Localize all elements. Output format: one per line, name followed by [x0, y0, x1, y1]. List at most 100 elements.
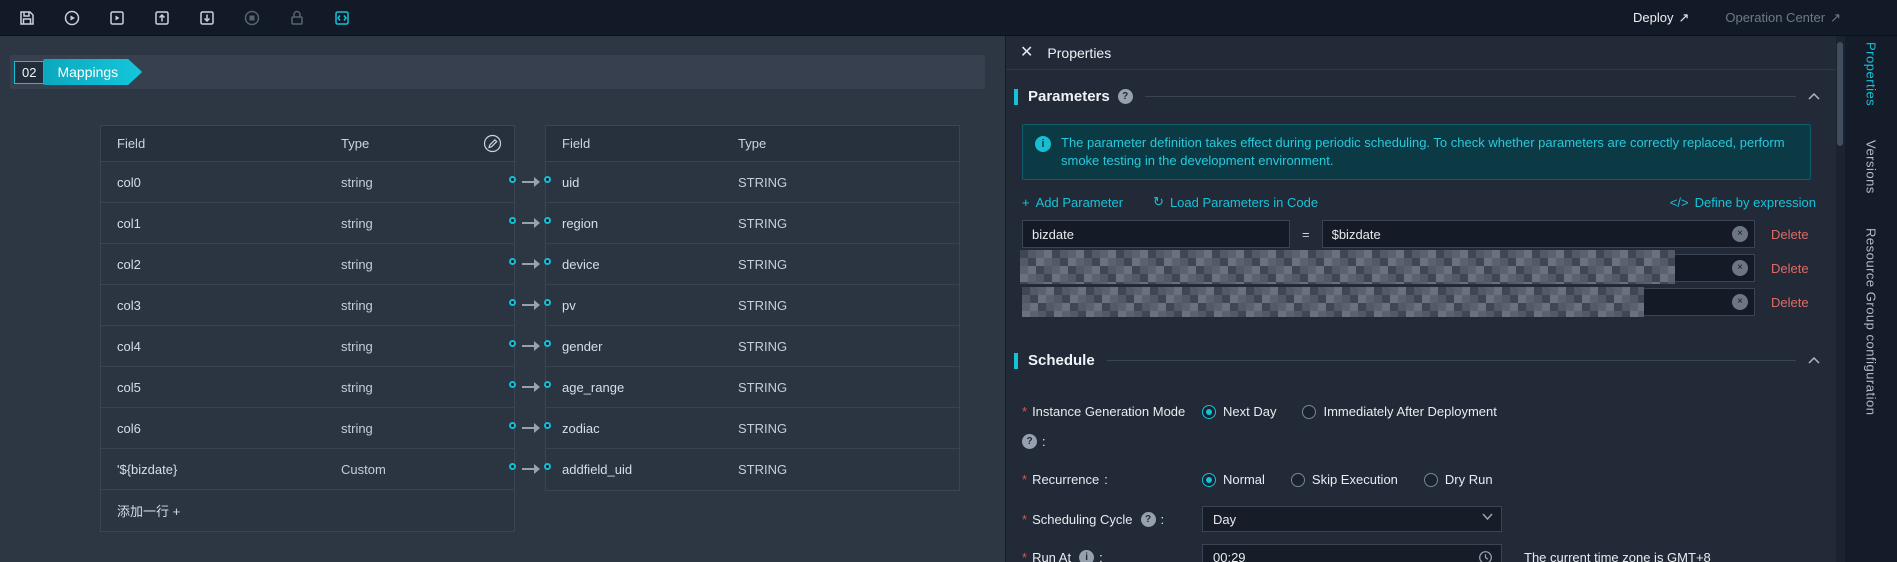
table-row[interactable]: col1 string — [101, 203, 514, 244]
deploy-button[interactable]: Deploy ↗ — [1633, 10, 1689, 26]
save-icon[interactable] — [18, 9, 36, 27]
parameter-rows: = × Delete = × Delete = — [1020, 220, 1813, 322]
operation-center-button[interactable]: Operation Center ↗ — [1725, 10, 1841, 26]
delete-link[interactable]: Delete — [1771, 227, 1813, 242]
table-row[interactable]: addfield_uid STRING — [546, 449, 959, 490]
required-mark: * — [1022, 404, 1028, 419]
radio-immediately-after-deployment[interactable]: Immediately After Deployment — [1302, 404, 1497, 419]
mapping-connector[interactable] — [505, 284, 555, 325]
radio-skip-execution[interactable]: Skip Execution — [1290, 472, 1398, 487]
parameter-name-input[interactable] — [1022, 220, 1290, 248]
field-cell: age_range — [562, 379, 625, 395]
table-row[interactable]: gender STRING — [546, 326, 959, 367]
instance-generation-mode-row: * Instance Generation Mode Next Day Imme… — [1022, 404, 1816, 419]
mapping-connector[interactable] — [505, 407, 555, 448]
tab-resource-group-configuration[interactable]: Resource Group configuration — [1864, 228, 1879, 415]
radio-dry-run[interactable]: Dry Run — [1423, 472, 1493, 487]
field-cell: addfield_uid — [562, 462, 633, 477]
delete-link[interactable]: Delete — [1771, 295, 1813, 310]
table-row[interactable]: zodiac STRING — [546, 408, 959, 449]
table-row[interactable]: col2 string — [101, 244, 514, 285]
table-row[interactable]: col3 string — [101, 285, 514, 326]
table-row[interactable]: device STRING — [546, 244, 959, 285]
table-row[interactable]: '${bizdate} Custom — [101, 449, 514, 490]
field-cell: gender — [562, 338, 603, 354]
target-port-icon — [544, 422, 551, 429]
field-cell: zodiac — [562, 420, 600, 436]
add-parameter-button[interactable]: + Add Parameter — [1022, 195, 1123, 210]
field-cell: col6 — [117, 420, 141, 436]
vertical-scrollbar[interactable] — [1836, 36, 1845, 562]
code-diff-icon[interactable] — [333, 9, 351, 27]
table-row[interactable]: age_range STRING — [546, 367, 959, 408]
close-icon[interactable]: ✕ — [1020, 44, 1033, 61]
radio-next-day[interactable]: Next Day — [1202, 404, 1276, 419]
table-row[interactable]: col4 string — [101, 326, 514, 367]
collapse-chevron-up-icon[interactable] — [1808, 93, 1820, 100]
radio-selected-icon — [1202, 472, 1216, 487]
schedule-title: Schedule — [1028, 352, 1095, 369]
toolbar-right-group: Deploy ↗ Operation Center ↗ — [1633, 10, 1879, 26]
run-icon[interactable] — [63, 9, 81, 27]
type-cell: STRING — [738, 174, 788, 190]
define-by-expression-button[interactable]: </> Define by expression — [1670, 195, 1816, 210]
source-port-icon — [509, 176, 516, 183]
add-row-button[interactable]: 添加一行 + — [101, 490, 514, 531]
required-mark: * — [1022, 472, 1028, 487]
equals-sign: = — [1302, 226, 1310, 242]
tab-properties[interactable]: Properties — [1864, 42, 1879, 106]
clear-icon[interactable]: × — [1732, 226, 1748, 242]
table-row[interactable]: region STRING — [546, 203, 959, 244]
mapping-connector[interactable] — [505, 243, 555, 284]
scrollbar-thumb[interactable] — [1837, 42, 1843, 146]
edit-pencil-icon[interactable] — [483, 134, 502, 156]
mapping-connector[interactable] — [505, 366, 555, 407]
table-row[interactable]: col0 string — [101, 162, 514, 203]
info-icon: i — [1035, 136, 1051, 152]
field-cell: '${bizdate} — [117, 461, 178, 477]
help-icon[interactable]: ? — [1117, 89, 1133, 104]
radio-normal[interactable]: Normal — [1202, 472, 1265, 487]
table-row[interactable]: pv STRING — [546, 285, 959, 326]
lock-icon — [288, 9, 306, 27]
table-row[interactable]: col6 string — [101, 408, 514, 449]
mapping-connector[interactable] — [505, 202, 555, 243]
clear-icon[interactable]: × — [1732, 294, 1748, 310]
mapping-connector[interactable] — [505, 161, 555, 202]
type-cell: STRING — [738, 462, 788, 477]
parameter-value-input[interactable] — [1321, 220, 1755, 248]
mapping-connector[interactable] — [505, 325, 555, 366]
table-row[interactable]: uid STRING — [546, 162, 959, 203]
parameter-actions: + Add Parameter ↻ Load Parameters in Cod… — [1022, 194, 1816, 210]
delete-link[interactable]: Delete — [1771, 261, 1813, 276]
arrow-icon — [534, 423, 540, 433]
upload-icon[interactable] — [153, 9, 171, 27]
run-at-time-input[interactable]: 00:29 — [1202, 544, 1502, 562]
application-window: Deploy ↗ Operation Center ↗ 02 Mappings … — [0, 0, 1897, 562]
tab-versions[interactable]: Versions — [1864, 140, 1879, 194]
schedule-section-header: Schedule — [1014, 352, 1820, 369]
help-icon[interactable]: ? — [1022, 434, 1037, 449]
collapse-chevron-up-icon[interactable] — [1808, 357, 1820, 364]
panel-header: ✕ Properties — [1006, 36, 1836, 70]
type-cell: STRING — [738, 256, 788, 272]
type-cell: string — [341, 174, 373, 190]
source-port-icon — [509, 463, 516, 470]
submit-icon[interactable] — [108, 9, 126, 27]
download-icon[interactable] — [198, 9, 216, 27]
table-row[interactable]: col5 string — [101, 367, 514, 408]
radio-unselected-icon — [1290, 472, 1305, 487]
clock-icon — [1478, 550, 1493, 562]
mapping-connector[interactable] — [505, 448, 555, 489]
clear-icon[interactable]: × — [1732, 260, 1748, 276]
type-cell: STRING — [738, 379, 788, 395]
help-icon[interactable]: ? — [1140, 511, 1156, 527]
info-icon[interactable]: i — [1079, 549, 1095, 562]
recurrence-label: * Recurrence : — [1022, 472, 1108, 487]
load-parameters-button[interactable]: ↻ Load Parameters in Code — [1153, 194, 1318, 210]
scheduling-cycle-select[interactable]: Day — [1202, 506, 1502, 532]
type-cell: Custom — [341, 461, 386, 477]
plus-icon: + — [1022, 194, 1030, 210]
type-column-header: Type — [738, 136, 767, 151]
target-port-icon — [544, 176, 551, 183]
